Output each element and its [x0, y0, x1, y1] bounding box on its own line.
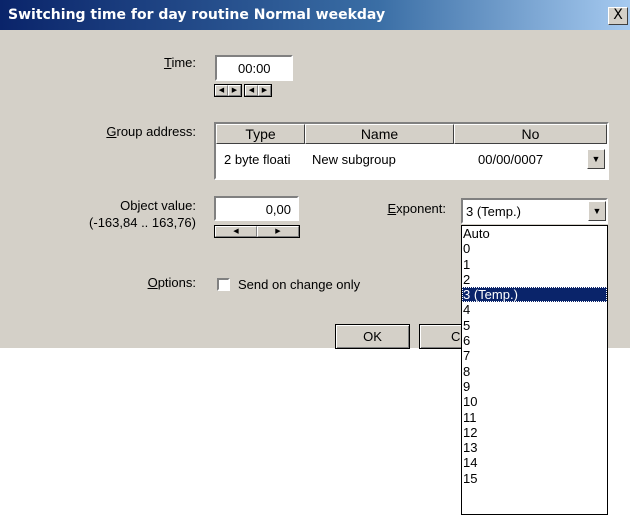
exponent-option[interactable]: 7 [462, 348, 607, 363]
table-row[interactable]: 2 byte floati New subgroup 00/00/0007 [216, 147, 607, 173]
exponent-option[interactable]: 3 (Temp.) [462, 287, 607, 303]
column-header-name[interactable]: Name [305, 124, 454, 144]
close-button[interactable]: X [608, 7, 628, 25]
exponent-option[interactable]: 9 [462, 379, 607, 394]
value-decrement-button[interactable]: ◀ [215, 226, 257, 237]
exponent-option[interactable]: Auto [462, 226, 607, 241]
value-increment-button[interactable]: ▶ [257, 226, 299, 237]
minute-decrement-button[interactable]: ◀ [245, 85, 258, 96]
time-spinner: ◀ ▶ ◀ ▶ [214, 84, 272, 97]
time-label: Time: [163, 55, 196, 70]
column-header-type[interactable]: Type [216, 124, 305, 144]
minute-increment-button[interactable]: ▶ [258, 85, 271, 96]
exponent-option[interactable]: 12 [462, 425, 607, 440]
options-label: Options: [147, 275, 196, 290]
exponent-option[interactable]: 10 [462, 394, 607, 409]
exponent-label: Exponent: [387, 201, 446, 216]
time-input[interactable]: 00:00 [215, 55, 293, 81]
exponent-option[interactable]: 8 [462, 364, 607, 379]
table-header: Type Name No [216, 124, 607, 146]
column-header-no[interactable]: No [454, 124, 607, 144]
row-name: New subgroup [312, 152, 396, 167]
object-value-label: Object value: [120, 198, 196, 213]
exponent-option[interactable]: 1 [462, 257, 607, 272]
object-value-spinner: ◀ ▶ [214, 225, 300, 238]
object-value-input[interactable]: 0,00 [214, 196, 299, 221]
group-address-dropdown-button[interactable]: ▼ [587, 149, 605, 169]
exponent-option[interactable]: 2 [462, 272, 607, 287]
hour-spin: ◀ ▶ [214, 84, 242, 97]
row-type: 2 byte floati [224, 152, 291, 167]
exponent-option[interactable]: 15 [462, 471, 607, 486]
hour-decrement-button[interactable]: ◀ [215, 85, 228, 96]
exponent-select[interactable]: 3 (Temp.) ▼ [461, 198, 608, 224]
exponent-dropdown-button[interactable]: ▼ [588, 201, 606, 221]
exponent-option[interactable]: 6 [462, 333, 607, 348]
exponent-option[interactable]: 14 [462, 455, 607, 470]
object-value-text: 0,00 [265, 202, 291, 217]
time-value: 00:00 [238, 61, 271, 76]
exponent-option[interactable]: 5 [462, 318, 607, 333]
title-bar[interactable]: Switching time for day routine Normal we… [0, 0, 630, 30]
exponent-dropdown-list: Auto 0 1 2 3 (Temp.) 4 5 6 7 8 9 10 11 12 13 14 15 [461, 225, 608, 515]
exponent-option[interactable]: 13 [462, 440, 607, 455]
exponent-option[interactable]: 0 [462, 241, 607, 256]
ok-button[interactable]: OK [335, 324, 410, 349]
send-on-change-label[interactable]: Send on change only [238, 277, 360, 292]
window-title: Switching time for day routine Normal we… [8, 7, 386, 23]
exponent-option[interactable]: 4 [462, 302, 607, 317]
group-address-table: Type Name No 2 byte floati New subgroup … [214, 122, 609, 180]
chevron-down-icon: ▼ [592, 206, 602, 216]
hour-increment-button[interactable]: ▶ [228, 85, 241, 96]
exponent-selected-value: 3 (Temp.) [466, 204, 521, 219]
row-no: 00/00/0007 [478, 152, 544, 167]
chevron-down-icon: ▼ [591, 154, 601, 164]
group-address-label: Group address: [106, 124, 196, 139]
object-value-range: (-163,84 .. 163,76) [89, 215, 196, 230]
exponent-option[interactable]: 11 [462, 410, 607, 425]
send-on-change-checkbox[interactable] [217, 278, 230, 291]
minute-spin: ◀ ▶ [244, 84, 272, 97]
